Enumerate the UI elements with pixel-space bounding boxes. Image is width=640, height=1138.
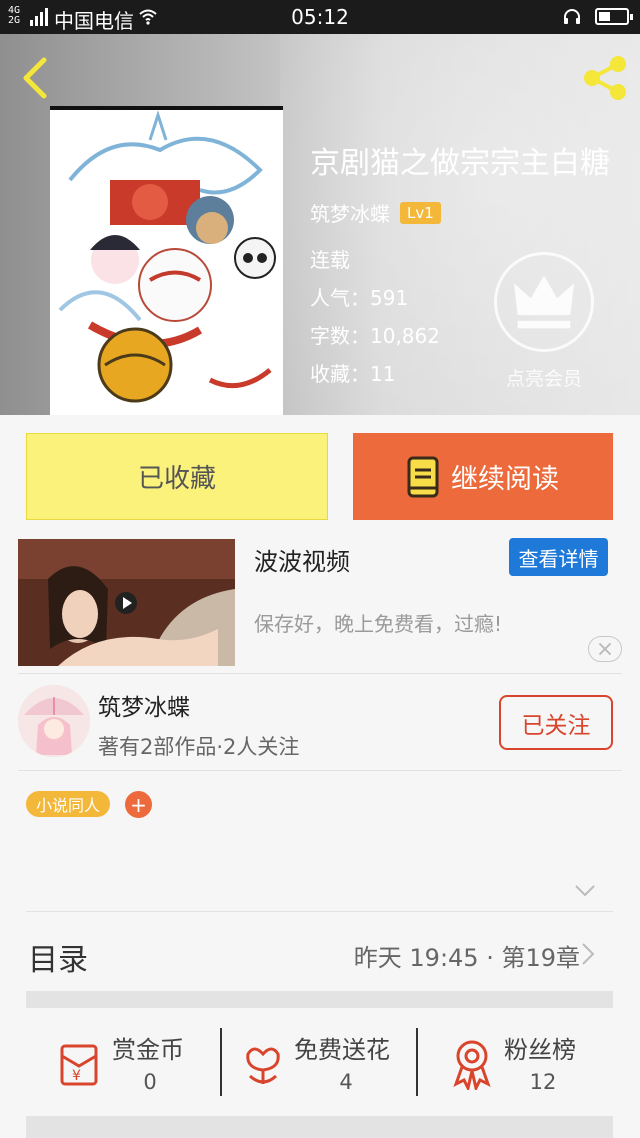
continue-reading-label: 继续阅读 — [451, 464, 559, 495]
svg-text:¥: ¥ — [72, 1068, 81, 1084]
divider — [416, 1028, 418, 1096]
book-popularity: 人气：591 — [310, 286, 409, 310]
ad-video-thumbnail[interactable] — [18, 539, 235, 666]
author-name[interactable]: 筑梦冰蝶 — [98, 688, 190, 722]
clock: 05:12 — [291, 5, 349, 29]
flower-icon — [246, 1047, 280, 1084]
book-favorites: 收藏：11 — [310, 362, 396, 386]
book-status: 连载 — [310, 248, 350, 272]
ad-details-button[interactable]: 查看详情 — [509, 538, 608, 576]
divider — [18, 770, 622, 771]
cover-illustration — [50, 110, 283, 415]
follow-button[interactable]: 已关注 — [499, 695, 613, 750]
divider — [26, 911, 613, 912]
status-bar: 4G 2G 中国电信 05:12 — [0, 0, 640, 34]
ad-title[interactable]: 波波视频 — [254, 542, 350, 577]
book-author-row: 筑梦冰蝶 Lv1 — [310, 198, 441, 227]
chevron-right-icon[interactable] — [581, 942, 595, 966]
send-flower-value: 4 — [339, 1070, 353, 1094]
crown-icon — [513, 275, 575, 329]
fan-ranking-label: 粉丝榜 — [504, 1036, 576, 1064]
reward-coins-label: 赏金币 — [112, 1036, 184, 1064]
ad-description: 保存好，晚上免费看，过瘾! — [254, 612, 503, 636]
reward-coins-value: 0 — [143, 1070, 157, 1094]
continue-reading-button[interactable]: 继续阅读 — [353, 433, 613, 520]
chevron-down-icon[interactable] — [574, 884, 596, 898]
section-separator — [26, 1116, 613, 1138]
latest-chapter-update[interactable]: 昨天 19:45 · 第19章 — [354, 938, 580, 973]
headset-icon — [564, 9, 580, 24]
book-header: 京剧猫之做宗宗主白糖 筑梦冰蝶 Lv1 连载 人气：591 字数：10,862 … — [0, 34, 640, 415]
divider — [18, 673, 622, 674]
section-separator — [26, 991, 613, 1008]
ribbon-medal-icon — [453, 1040, 491, 1090]
send-flower-label: 免费送花 — [294, 1036, 390, 1064]
battery-icon — [595, 8, 633, 25]
vip-crown-button[interactable] — [494, 252, 594, 352]
book-cover-image[interactable] — [50, 106, 283, 415]
fan-ranking-button[interactable]: 粉丝榜 12 — [452, 1030, 592, 1100]
vip-label[interactable]: 点亮会员 — [494, 364, 594, 391]
divider — [220, 1028, 222, 1096]
author-avatar[interactable] — [18, 685, 90, 757]
author-summary: 著有2部作品·2人关注 — [98, 735, 300, 759]
share-icon[interactable] — [578, 52, 630, 104]
favorited-button[interactable]: 已收藏 — [26, 433, 328, 520]
red-envelope-yen-icon: ¥ — [60, 1044, 98, 1086]
fan-ranking-value: 12 — [529, 1070, 557, 1094]
book-title: 京剧猫之做宗宗主白糖 — [310, 146, 610, 181]
back-arrow-icon[interactable] — [14, 52, 54, 104]
add-tag-button[interactable]: + — [125, 791, 152, 818]
reward-coins-button[interactable]: ¥ 赏金币 0 — [56, 1030, 206, 1100]
book-icon — [407, 456, 439, 497]
send-flower-button[interactable]: 免费送花 4 — [242, 1030, 407, 1100]
author-level-badge: Lv1 — [400, 201, 441, 224]
book-author[interactable]: 筑梦冰蝶 — [310, 198, 390, 227]
table-of-contents-label[interactable]: 目录 — [28, 935, 88, 979]
tag-chip[interactable]: 小说同人 — [26, 791, 111, 817]
book-word-count: 字数：10,862 — [310, 324, 440, 348]
close-ad-icon[interactable] — [588, 636, 622, 662]
